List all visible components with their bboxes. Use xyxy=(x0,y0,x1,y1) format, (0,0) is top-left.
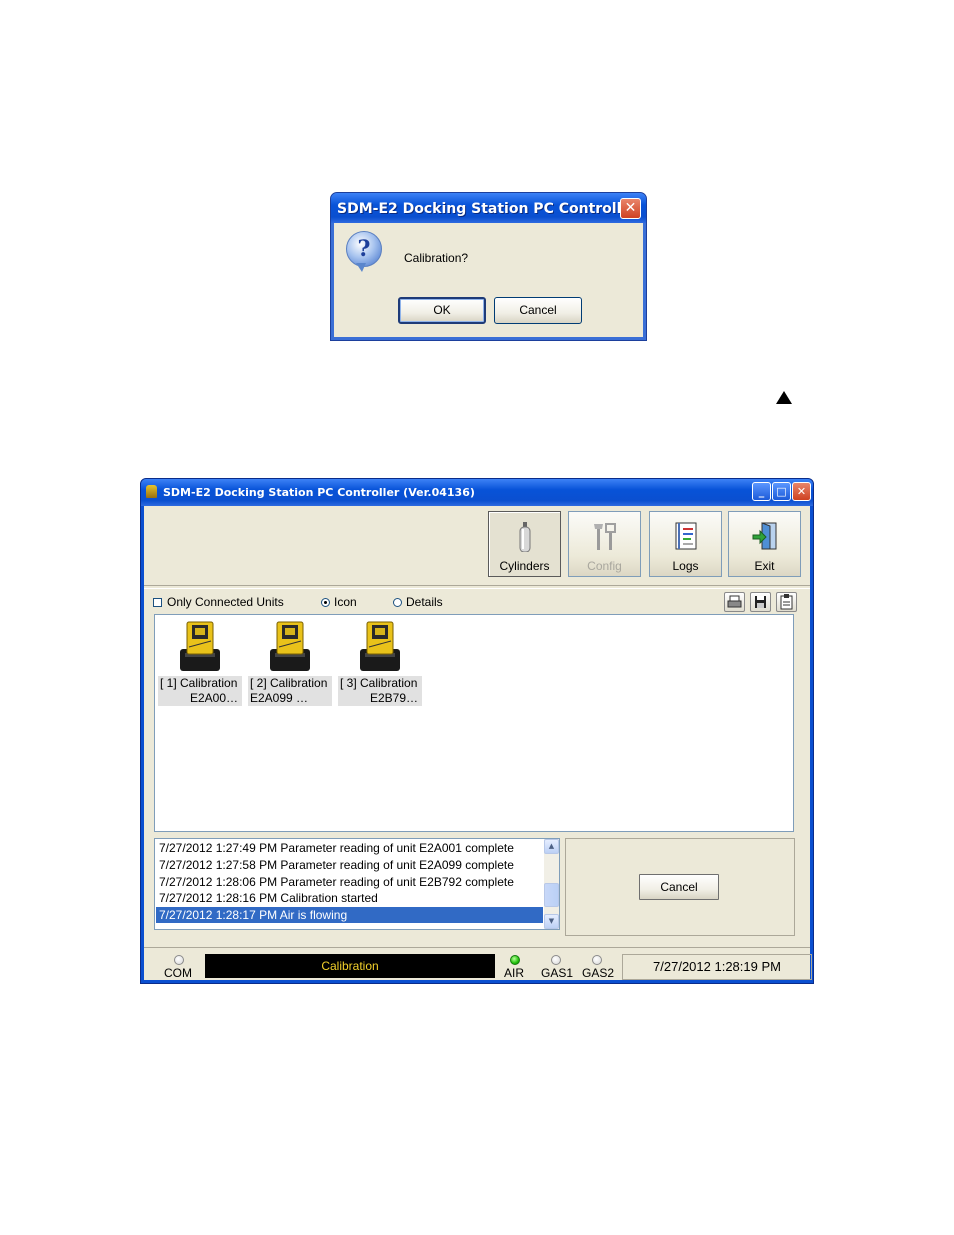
config-button[interactable]: Config xyxy=(568,511,641,577)
main-client-area: Cylinders Config Logs Exit Only Connecte… xyxy=(144,506,812,980)
cancel-button[interactable]: Cancel xyxy=(494,297,582,324)
unit-status-text: [ 2] Calibration xyxy=(250,676,328,690)
only-connected-label: Only Connected Units xyxy=(167,595,284,609)
unit-item[interactable]: [ 3] Calibration E2B79… xyxy=(338,615,422,707)
logs-label: Logs xyxy=(672,559,699,573)
log-line[interactable]: 7/27/2012 1:28:06 PM Parameter reading o… xyxy=(159,874,514,890)
log-line[interactable]: 7/27/2012 1:28:16 PM Calibration started xyxy=(159,890,378,906)
status-mode-display: Calibration xyxy=(205,954,495,978)
dialog-titlebar[interactable]: SDM-E2 Docking Station PC Controller ✕ xyxy=(331,193,646,223)
ok-button[interactable]: OK xyxy=(398,297,486,324)
print-button[interactable] xyxy=(724,592,745,612)
scroll-thumb[interactable] xyxy=(544,883,559,907)
cylinders-button[interactable]: Cylinders xyxy=(488,511,561,577)
icon-view-label: Icon xyxy=(334,595,357,609)
unit-caption: [ 2] Calibration E2A099 … xyxy=(248,676,332,706)
question-icon: ? xyxy=(346,231,382,267)
tools-icon xyxy=(593,523,616,550)
docking-station-icon xyxy=(360,621,400,671)
toolbar-separator xyxy=(144,585,810,589)
details-view-radio[interactable] xyxy=(393,598,402,607)
status-bar: COM Calibration AIR GAS1 GAS2 7/27/2012 … xyxy=(144,947,812,980)
unit-serial-text: E2B79… xyxy=(369,691,418,705)
unit-serial-text: E2A099 … xyxy=(250,691,309,705)
unit-caption: [ 3] Calibration E2B79… xyxy=(338,676,422,706)
main-titlebar[interactable]: SDM-E2 Docking Station PC Controller (Ve… xyxy=(141,479,813,506)
close-button[interactable]: ✕ xyxy=(792,482,811,501)
cylinders-label: Cylinders xyxy=(499,559,550,573)
only-connected-checkbox[interactable] xyxy=(153,598,162,607)
unit-icon-panel: [ 1] Calibration E2A00… [ 2] Calibration… xyxy=(154,614,794,832)
save-button[interactable] xyxy=(750,592,771,612)
unit-status-text: [ 3] Calibration xyxy=(340,676,418,690)
logbook-icon xyxy=(675,522,696,550)
printer-icon xyxy=(727,595,742,608)
unit-serial-text: E2A00… xyxy=(189,691,238,705)
minimize-button[interactable]: _ xyxy=(752,482,771,501)
dialog-title: SDM-E2 Docking Station PC Controller xyxy=(337,201,638,217)
scroll-up-icon[interactable]: ▲ xyxy=(544,839,559,854)
exit-button[interactable]: Exit xyxy=(728,511,801,577)
log-scrollbar[interactable]: ▲ ▼ xyxy=(544,839,559,929)
unit-item[interactable]: [ 2] Calibration E2A099 … xyxy=(248,615,332,707)
exit-label: Exit xyxy=(754,559,775,573)
log-line[interactable]: 7/27/2012 1:27:49 PM Parameter reading o… xyxy=(159,840,514,856)
air-indicator-icon xyxy=(510,955,520,965)
calibration-dialog: SDM-E2 Docking Station PC Controller ✕ ?… xyxy=(330,192,647,341)
docking-station-icon xyxy=(180,621,220,671)
exit-door-icon xyxy=(752,522,776,550)
unit-item[interactable]: [ 1] Calibration E2A00… xyxy=(158,615,242,707)
config-label: Config xyxy=(587,559,622,573)
log-line[interactable]: 7/27/2012 1:27:58 PM Parameter reading o… xyxy=(159,857,514,873)
gas2-indicator-icon xyxy=(592,955,602,965)
gas1-label: GAS1 xyxy=(541,966,574,980)
com-label: COM xyxy=(164,966,192,980)
unit-caption: [ 1] Calibration E2A00… xyxy=(158,676,242,706)
triangle-icon xyxy=(776,391,792,404)
cylinder-icon xyxy=(519,522,530,552)
logs-button[interactable]: Logs xyxy=(649,511,722,577)
clipboard-icon xyxy=(780,594,793,610)
scroll-down-icon[interactable]: ▼ xyxy=(544,914,559,929)
icon-view-radio[interactable] xyxy=(321,598,330,607)
air-label: AIR xyxy=(504,966,525,980)
maximize-button[interactable]: □ xyxy=(772,482,791,501)
dialog-message: Calibration? xyxy=(404,251,469,265)
log-line-selected[interactable]: 7/27/2012 1:28:17 PM Air is flowing xyxy=(156,907,543,923)
unit-status-text: [ 1] Calibration xyxy=(160,676,238,690)
gas1-indicator-icon xyxy=(551,955,561,965)
event-log-list[interactable]: 7/27/2012 1:27:49 PM Parameter reading o… xyxy=(154,838,560,930)
docking-station-icon xyxy=(270,621,310,671)
question-icon-tail xyxy=(356,263,366,272)
app-icon xyxy=(146,485,157,498)
cancel-calibration-button[interactable]: Cancel xyxy=(639,874,719,900)
dialog-body: ? Calibration? OK Cancel xyxy=(334,223,643,337)
floppy-disk-icon xyxy=(755,596,766,608)
clipboard-button[interactable] xyxy=(776,592,797,612)
filter-row: Only Connected Units Icon Details xyxy=(144,592,812,612)
main-window: SDM-E2 Docking Station PC Controller (Ve… xyxy=(140,478,814,984)
gas2-label: GAS2 xyxy=(582,966,615,980)
main-window-title: SDM-E2 Docking Station PC Controller (Ve… xyxy=(163,486,475,499)
com-indicator-icon xyxy=(174,955,184,965)
details-view-label: Details xyxy=(406,595,443,609)
dialog-close-button[interactable]: ✕ xyxy=(620,198,641,219)
action-panel: Cancel xyxy=(565,838,795,936)
status-clock: 7/27/2012 1:28:19 PM xyxy=(622,954,812,980)
